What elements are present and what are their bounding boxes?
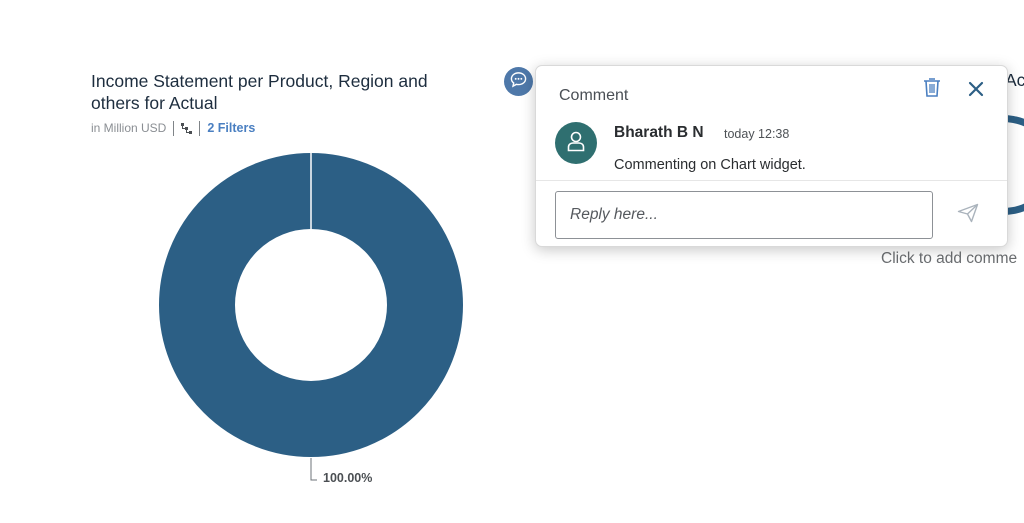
avatar xyxy=(555,122,597,164)
reply-input[interactable] xyxy=(555,191,933,239)
chart-widget[interactable]: Income Statement per Product, Region and… xyxy=(0,0,500,523)
comment-author: Bharath B N xyxy=(614,124,704,141)
trash-icon xyxy=(923,77,941,102)
data-label: 100.00% xyxy=(323,471,373,485)
donut-chart[interactable] xyxy=(0,0,500,523)
comment-indicator[interactable] xyxy=(504,67,533,96)
delete-button[interactable] xyxy=(920,77,944,101)
add-comment-hint[interactable]: Click to add comme xyxy=(881,250,1017,268)
comment-popover: Comment Bharath B N today 12:38 Commenti… xyxy=(535,65,1008,247)
comment-bubble-icon xyxy=(510,71,527,93)
data-label-leader xyxy=(310,458,317,481)
popover-title: Comment xyxy=(559,87,629,104)
close-button[interactable] xyxy=(964,79,988,103)
popover-divider xyxy=(536,180,1007,181)
send-button[interactable] xyxy=(956,203,980,227)
person-icon xyxy=(566,130,586,157)
comment-text: Commenting on Chart widget. xyxy=(614,157,806,173)
close-icon xyxy=(968,81,984,102)
comment-timestamp: today 12:38 xyxy=(724,127,790,141)
send-icon xyxy=(957,203,979,228)
